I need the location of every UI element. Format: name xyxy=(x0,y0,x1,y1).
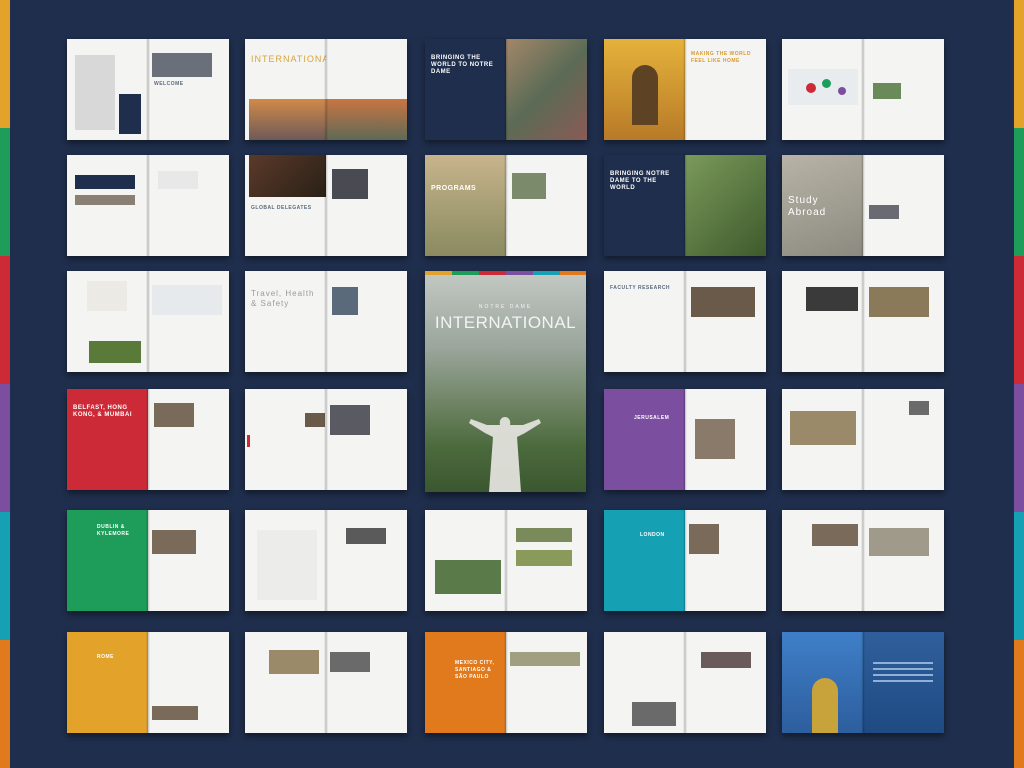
spread-travel: Travel, Health & Safety xyxy=(245,271,407,372)
spread-dublin2 xyxy=(245,510,407,611)
spread-partners xyxy=(67,155,229,256)
spread-heading: LONDON xyxy=(640,532,665,538)
edge-stripe-left-3 xyxy=(0,256,10,384)
spread-mexico2 xyxy=(604,632,766,733)
spread-jerusalem: JERUSALEM xyxy=(604,389,766,490)
spread-bringing-world: BRINGING THE WORLD TO NOTRE DAME xyxy=(425,39,587,140)
spread-heading: BELFAST, HONG KONG, & MUMBAI xyxy=(73,405,132,418)
spread-heading: PROGRAMS xyxy=(431,185,477,192)
spread-heading: MEXICO CITY, SANTIAGO & SÃO PAULO xyxy=(455,660,495,680)
spread-heading: WELCOME xyxy=(154,81,184,87)
edge-stripe-right-5 xyxy=(1014,512,1024,640)
edge-stripe-left-6 xyxy=(0,640,10,768)
edge-stripe-right-2 xyxy=(1014,128,1024,256)
spread-programs: PROGRAMS xyxy=(425,155,587,256)
spread-london: LONDON xyxy=(604,510,766,611)
spread-dome xyxy=(782,632,944,733)
edge-stripe-right-3 xyxy=(1014,256,1024,384)
spread-heading: BRINGING THE WORLD TO NOTRE DAME xyxy=(431,55,494,75)
spread-london2 xyxy=(782,510,944,611)
edge-stripe-right-6 xyxy=(1014,640,1024,768)
spread-heading: Study Abroad xyxy=(788,195,827,218)
spread-bringing-nd: BRINGING NOTRE DAME TO THE WORLD xyxy=(604,155,766,256)
spread-map2 xyxy=(67,271,229,372)
spread-dublin: DUBLIN & KYLEMORE xyxy=(67,510,229,611)
book-cover: NOTRE DAME INTERNATIONAL xyxy=(425,271,586,492)
spread-wall xyxy=(782,389,944,490)
spread-heading: JERUSALEM xyxy=(634,415,670,421)
edge-stripe-left-2 xyxy=(0,128,10,256)
spread-heading: GLOBAL DELEGATES xyxy=(251,205,312,211)
spread-heading: BRINGING NOTRE DAME TO THE WORLD xyxy=(610,171,670,191)
cover-title: INTERNATIONAL xyxy=(434,313,577,332)
spread-heading: MAKING THE WORLD FEEL LIKE HOME xyxy=(691,51,751,64)
edge-stripe-left-4 xyxy=(0,384,10,512)
spread-research2 xyxy=(782,271,944,372)
spread-alumni xyxy=(245,389,407,490)
spread-international: INTERNATIONAL xyxy=(245,39,407,140)
spread-rome2 xyxy=(245,632,407,733)
spread-heading: Travel, Health & Safety xyxy=(251,289,315,308)
edge-stripe-left-1 xyxy=(0,0,10,128)
spread-heading: FACULTY RESEARCH xyxy=(610,285,671,291)
spread-welcome: WELCOME xyxy=(67,39,229,140)
spread-abroad: Study Abroad xyxy=(782,155,944,256)
spread-heading: ROME xyxy=(97,654,114,660)
spread-heading: DUBLIN & KYLEMORE xyxy=(97,524,130,537)
spread-map xyxy=(782,39,944,140)
spread-rome: ROME xyxy=(67,632,229,733)
spread-heading: INTERNATIONAL xyxy=(251,54,326,64)
spread-home: MAKING THE WORLD FEEL LIKE HOME xyxy=(604,39,766,140)
cover-subtitle: NOTRE DAME xyxy=(478,304,533,310)
statue-illustration xyxy=(469,417,541,492)
spread-delegates: GLOBAL DELEGATES xyxy=(245,155,407,256)
edge-stripe-right-4 xyxy=(1014,384,1024,512)
edge-stripe-right-1 xyxy=(1014,0,1024,128)
spread-belfast: BELFAST, HONG KONG, & MUMBAI xyxy=(67,389,229,490)
spread-research: FACULTY RESEARCH xyxy=(604,271,766,372)
spread-mexico: MEXICO CITY, SANTIAGO & SÃO PAULO xyxy=(425,632,587,733)
edge-stripe-left-5 xyxy=(0,512,10,640)
spread-kylemore xyxy=(425,510,587,611)
